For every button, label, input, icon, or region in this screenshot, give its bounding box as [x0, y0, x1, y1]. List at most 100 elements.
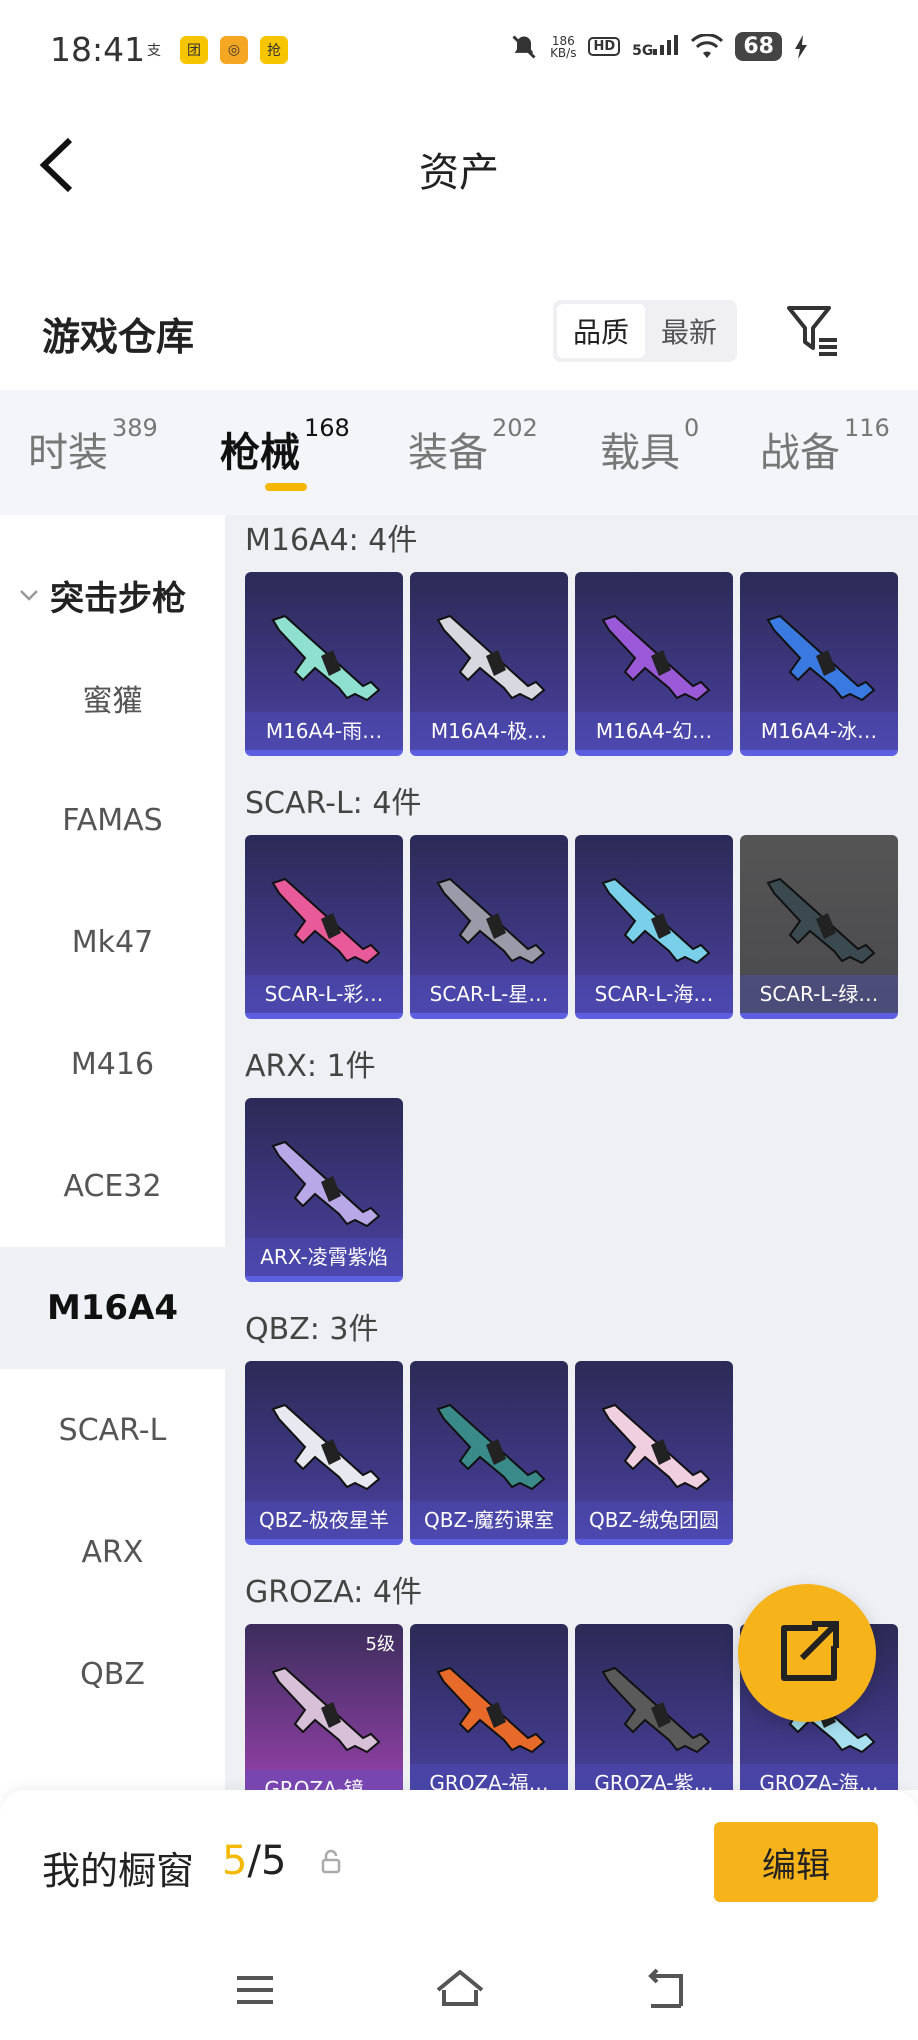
back-arrow-icon	[648, 1968, 683, 2008]
rifle-icon	[271, 1140, 381, 1228]
share-button[interactable]	[738, 1584, 876, 1722]
tab-fashion[interactable]: 时装389	[28, 414, 158, 478]
meituan-icon: 团	[180, 36, 208, 64]
skin-name: GROZA-紫…	[575, 1764, 733, 1790]
tab-equipment[interactable]: 装备202	[408, 414, 538, 478]
skin-card[interactable]: M16A4-冰…	[740, 572, 898, 756]
status-time: 18:41	[50, 30, 146, 69]
skin-card[interactable]: QBZ-极夜星羊	[245, 1361, 403, 1545]
skin-name: SCAR-L-绿…	[740, 975, 898, 1013]
skin-card[interactable]: SCAR-L-绿…	[740, 835, 898, 1019]
sidebar-item-scar-l[interactable]: SCAR-L	[0, 1369, 225, 1491]
skin-name: SCAR-L-星…	[410, 975, 568, 1013]
home-button[interactable]	[430, 1960, 490, 2020]
back-nav-button[interactable]	[635, 1960, 695, 2020]
sidebar-item-m416[interactable]: M416	[0, 1003, 225, 1125]
chevron-down-icon	[20, 590, 38, 601]
rifle-icon	[436, 614, 546, 702]
weapon-sidebar: 突击步枪 蜜獾 FAMAS Mk47 M416 ACE32 M16A4 SCAR…	[0, 515, 225, 1790]
sidebar-item-ace32[interactable]: ACE32	[0, 1125, 225, 1247]
group-title: M16A4: 4件	[245, 523, 418, 558]
tab-supplies[interactable]: 战备116	[760, 414, 890, 478]
skin-card[interactable]: M16A4-雨…	[245, 572, 403, 756]
mute-bell-icon	[512, 34, 536, 59]
filter-icon	[787, 306, 837, 356]
sidebar-category-label: 突击步枪	[50, 578, 186, 619]
rifle-icon	[766, 614, 876, 702]
skin-name: M16A4-幻…	[575, 712, 733, 750]
sort-quality-button[interactable]: 品质	[557, 304, 645, 358]
skin-name: SCAR-L-海…	[575, 975, 733, 1013]
group-title: GROZA: 4件	[245, 1575, 422, 1610]
skin-card[interactable]: QBZ-魔药课室	[410, 1361, 568, 1545]
skin-card[interactable]: M16A4-极…	[410, 572, 568, 756]
rifle-icon	[601, 877, 711, 965]
menu-button[interactable]	[225, 1960, 285, 2020]
rifle-icon	[271, 877, 381, 965]
sidebar-item-arx[interactable]: ARX	[0, 1491, 225, 1613]
sidebar-item-famas[interactable]: FAMAS	[0, 759, 225, 881]
charging-icon	[795, 34, 807, 59]
skin-card[interactable]: 5级 GROZA-镜…	[245, 1624, 403, 1790]
rifle-icon	[766, 877, 876, 965]
skin-card[interactable]: ARX-凌霄紫焰	[245, 1098, 403, 1282]
home-icon	[436, 1970, 484, 2006]
skin-card[interactable]: SCAR-L-海…	[575, 835, 733, 1019]
rifle-icon	[601, 1403, 711, 1491]
filter-button[interactable]	[785, 302, 841, 358]
group-title: QBZ: 3件	[245, 1312, 379, 1347]
group-title: ARX: 1件	[245, 1049, 376, 1084]
showcase-count: 5/5	[222, 1838, 287, 1884]
warehouse-title: 游戏仓库	[42, 315, 195, 359]
edit-button[interactable]: 编辑	[714, 1822, 878, 1902]
rifle-icon	[436, 877, 546, 965]
skin-name: QBZ-魔药课室	[410, 1501, 568, 1539]
sidebar-category-assault-rifle[interactable]: 突击步枪	[0, 555, 225, 635]
rifle-icon	[436, 1403, 546, 1491]
skin-card[interactable]: GROZA-紫…	[575, 1624, 733, 1790]
skin-card[interactable]: SCAR-L-彩…	[245, 835, 403, 1019]
category-tabs: 时装389 枪械168 装备202 载具0 战备116	[0, 390, 918, 515]
skin-card[interactable]: QBZ-绒兔团圆	[575, 1361, 733, 1545]
rifle-icon	[271, 1403, 381, 1491]
sidebar-item-mk47[interactable]: Mk47	[0, 881, 225, 1003]
share-export-icon	[781, 1621, 839, 1681]
rifle-icon	[601, 614, 711, 702]
rifle-icon	[601, 1666, 711, 1754]
skin-card[interactable]: M16A4-幻…	[575, 572, 733, 756]
skin-name: M16A4-极…	[410, 712, 568, 750]
app-icon: ◎	[220, 36, 248, 64]
battery-level: 68	[735, 32, 782, 61]
net-speed: 186 KB/s	[550, 33, 577, 60]
skin-name: QBZ-绒兔团圆	[575, 1501, 733, 1539]
hd-badge: HD	[588, 37, 621, 56]
skin-name: SCAR-L-彩…	[245, 975, 403, 1013]
tab-weapons[interactable]: 枪械168	[220, 414, 350, 478]
status-indicators: 186 KB/s HD 5G 68	[510, 32, 808, 61]
skin-name: GROZA-海…	[740, 1764, 898, 1790]
skin-name: M16A4-冰…	[740, 712, 898, 750]
sort-newest-button[interactable]: 最新	[645, 304, 733, 358]
rifle-icon	[436, 1666, 546, 1754]
wifi-icon	[691, 33, 724, 58]
alipay-icon: 支	[147, 43, 161, 59]
page-title: 资产	[419, 150, 499, 196]
skin-level-badge: 5级	[365, 1634, 395, 1655]
skin-card[interactable]: GROZA-福…	[410, 1624, 568, 1790]
active-tab-indicator	[265, 483, 307, 491]
skin-card[interactable]: SCAR-L-星…	[410, 835, 568, 1019]
lock-icon	[321, 1849, 341, 1874]
rifle-icon	[271, 1666, 381, 1754]
status-bar: 18:41 支 团 ◎ 抢 186 KB/s HD 5G 68	[0, 0, 918, 105]
sidebar-item-m16a4[interactable]: M16A4	[0, 1247, 225, 1369]
showcase-label: 我的橱窗	[42, 1849, 195, 1893]
skin-name: QBZ-极夜星羊	[245, 1501, 403, 1539]
sidebar-item-qbz[interactable]: QBZ	[0, 1613, 225, 1735]
rifle-icon	[271, 614, 381, 702]
group-title: SCAR-L: 4件	[245, 786, 422, 821]
skin-name: ARX-凌霄紫焰	[245, 1238, 403, 1276]
tab-vehicles[interactable]: 载具0	[600, 414, 699, 478]
skin-name: GROZA-福…	[410, 1764, 568, 1790]
sidebar-item-honey-badger[interactable]: 蜜獾	[0, 637, 225, 759]
game-app-icon: 抢	[260, 36, 288, 64]
